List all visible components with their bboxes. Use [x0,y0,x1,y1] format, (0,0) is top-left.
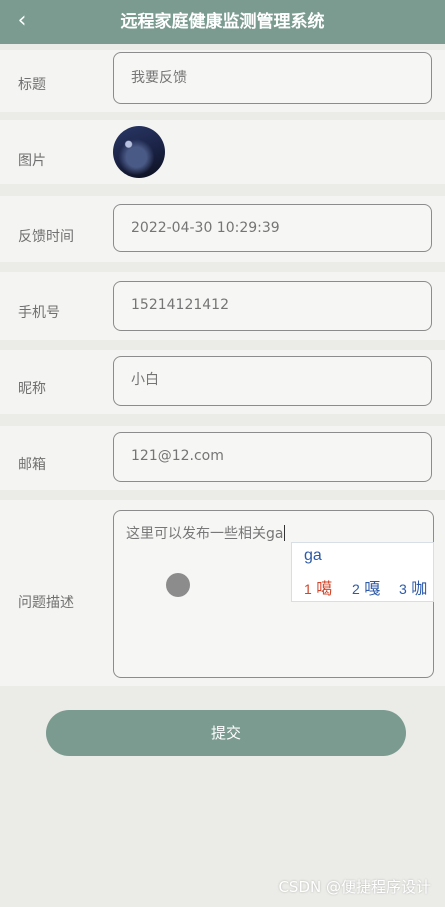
phone-input[interactable]: 15214121412 [113,281,432,331]
title-placeholder: 我要反馈 [131,70,187,86]
ime-candidate-text: 咖 [411,581,428,598]
phone-label: 手机号 [18,305,60,321]
page-title: 远程家庭健康监测管理系统 [120,12,325,32]
description-label: 问题描述 [18,595,74,611]
ime-candidate-index: 2 [352,581,360,597]
ime-candidate-1[interactable]: 1 噶 [304,575,332,599]
title-label: 标题 [18,77,46,93]
email-value: 121@12.com [131,448,224,464]
email-input[interactable]: 121@12.com [113,432,432,482]
feedback-time-label: 反馈时间 [18,229,74,245]
ime-candidate-2[interactable]: 2 嘎 [352,575,380,599]
top-bar: ‹ 远程家庭健康监测管理系统 [0,0,445,44]
ime-candidate-text: 嘎 [364,581,381,598]
image-label: 图片 [18,153,46,169]
ime-candidate-3[interactable]: 3 咖 [399,575,427,599]
nickname-input[interactable]: 小白 [113,356,432,406]
ime-candidate-text: 噶 [316,581,333,598]
submit-button[interactable]: 提交 [46,710,406,756]
phone-value: 15214121412 [131,297,229,313]
ime-composition: ga [304,547,322,564]
text-caret [284,525,286,541]
image-row: 图片 [0,120,445,184]
watermark: CSDN @便捷程序设计 [278,878,431,896]
touch-indicator [166,573,190,597]
ime-candidate-index: 3 [399,581,407,597]
nickname-label: 昵称 [18,381,46,397]
title-input[interactable]: 我要反馈 [113,52,432,104]
feedback-image[interactable] [113,126,165,178]
feedback-time-value: 2022-04-30 10:29:39 [131,220,280,236]
description-value: 这里可以发布一些相关ga [126,526,284,542]
feedback-time-input[interactable]: 2022-04-30 10:29:39 [113,204,432,252]
description-text: 这里可以发布一些相关ga [126,523,286,543]
email-label: 邮箱 [18,457,46,473]
ime-candidate-index: 1 [304,581,312,597]
ime-candidate-popup: ga 1 噶 2 嘎 3 咖 [291,542,434,602]
nickname-value: 小白 [131,372,159,388]
